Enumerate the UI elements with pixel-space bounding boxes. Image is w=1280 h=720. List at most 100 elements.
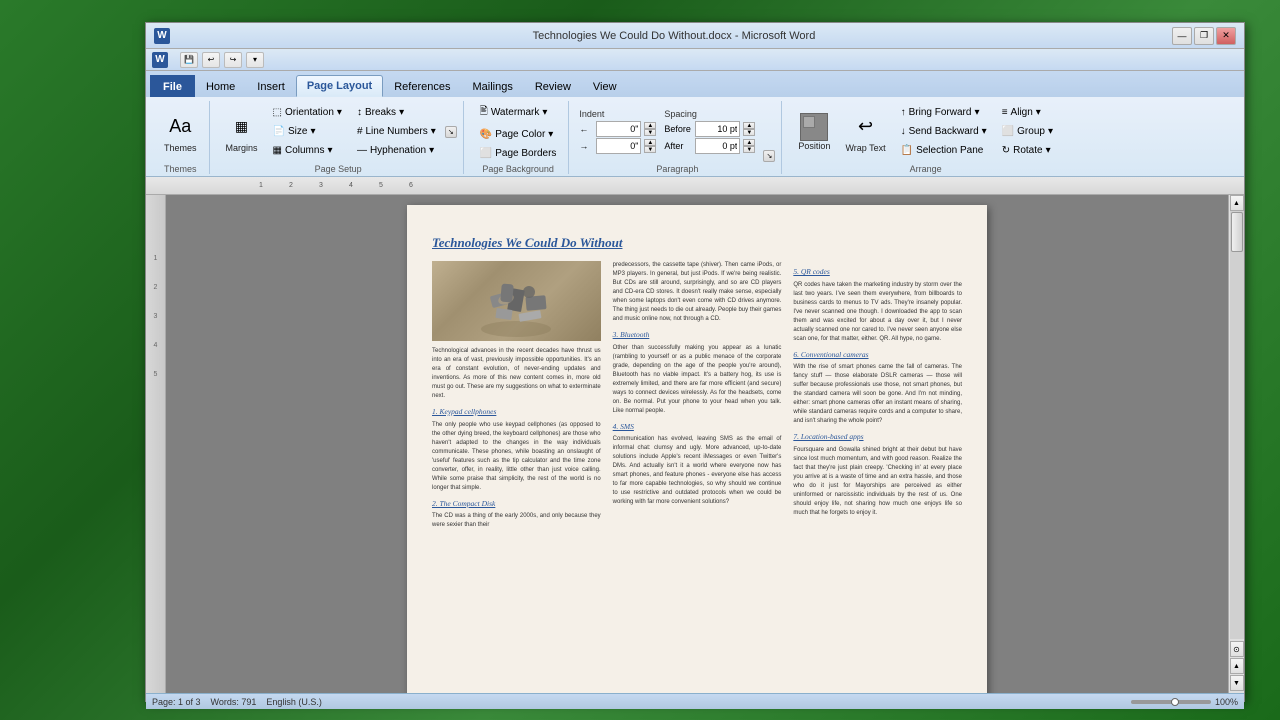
rotate-icon: ↻: [1002, 145, 1010, 156]
quick-access-toolbar: W 💾 ↩ ↪ ▾: [146, 49, 1244, 71]
prev-page-button[interactable]: ▲: [1230, 658, 1244, 674]
paragraph-group-label: Paragraph: [656, 162, 698, 174]
spacing-label: Spacing: [664, 109, 755, 119]
paragraph-expand[interactable]: ↘: [763, 150, 775, 162]
arrange-group-label: Arrange: [910, 162, 942, 174]
indent-left-up[interactable]: ▲: [644, 122, 656, 129]
next-page-button[interactable]: ▼: [1230, 675, 1244, 691]
page-setup-col2: ↕ Breaks ▾ # Line Numbers ▾ — Hyphenatio…: [351, 104, 442, 159]
col3-section5-heading: 5. QR codes: [793, 267, 962, 278]
send-backward-button[interactable]: ↓ Send Backward ▾: [895, 123, 993, 140]
page-setup-items: ▦ Margins ⬚ Orientation ▾ 📄 Size ▾: [220, 101, 457, 162]
hyphenation-button[interactable]: — Hyphenation ▾: [351, 142, 442, 159]
align-button[interactable]: ≡ Align ▾: [996, 104, 1059, 121]
spacing-section: Spacing Before ▲ ▼ After ▲: [664, 109, 755, 154]
tab-review[interactable]: Review: [524, 75, 582, 97]
columns-button[interactable]: ▦ Columns ▾: [267, 142, 348, 159]
redo-button[interactable]: ↪: [224, 52, 242, 68]
indent-right-input[interactable]: [596, 138, 641, 154]
wrap-text-icon: ↩: [850, 111, 882, 143]
vertical-scrollbar[interactable]: ▲ ⊙ ▲ ▼: [1228, 195, 1244, 693]
column-mid: predecessors, the cassette tape (shiver)…: [613, 261, 782, 693]
size-button[interactable]: 📄 Size ▾: [267, 123, 348, 140]
rotate-button[interactable]: ↻ Rotate ▾: [996, 142, 1059, 159]
spacing-after-label: After: [664, 141, 692, 151]
tab-home[interactable]: Home: [195, 75, 246, 97]
undo-button[interactable]: ↩: [202, 52, 220, 68]
spacing-before-label: Before: [664, 124, 692, 134]
indent-right-up[interactable]: ▲: [644, 139, 656, 146]
themes-icon: Aa: [164, 111, 196, 143]
spacing-before-down[interactable]: ▼: [743, 129, 755, 136]
selection-pane-button[interactable]: 📋 Selection Pane: [895, 142, 993, 159]
margins-button[interactable]: ▦ Margins: [220, 107, 264, 157]
indent-right-down[interactable]: ▼: [644, 146, 656, 153]
spacing-before-spinner: ▲ ▼: [743, 122, 755, 136]
spacing-before-up[interactable]: ▲: [743, 122, 755, 129]
margins-icon: ▦: [226, 111, 258, 143]
themes-group: Aa Themes Themes: [152, 101, 210, 174]
tab-insert[interactable]: Insert: [246, 75, 296, 97]
group-button[interactable]: ⬜ Group ▾: [996, 123, 1059, 140]
orientation-button[interactable]: ⬚ Orientation ▾: [267, 104, 348, 121]
ribbon-tabs: File Home Insert Page Layout References …: [146, 71, 1244, 97]
tab-page-layout[interactable]: Page Layout: [296, 75, 383, 97]
spacing-after-input[interactable]: [695, 138, 740, 154]
page-borders-button[interactable]: ⬜ Page Borders: [474, 145, 563, 162]
close-button[interactable]: ✕: [1216, 27, 1236, 45]
themes-label: Themes: [164, 143, 197, 153]
save-button[interactable]: 💾: [180, 52, 198, 68]
column-left: Technological advances in the recent dec…: [432, 261, 601, 693]
document-scroll-area[interactable]: Technologies We Could Do Without: [166, 195, 1228, 693]
line-numbers-button[interactable]: # Line Numbers ▾: [351, 123, 442, 140]
align-icon: ≡: [1002, 107, 1008, 118]
spacing-after-row: After ▲ ▼: [664, 138, 755, 154]
tab-file[interactable]: File: [150, 75, 195, 97]
paragraph-group: Indent ← ▲ ▼ → ▲ ▼: [573, 101, 782, 174]
line-numbers-label: Line Numbers: [366, 126, 428, 137]
scroll-extras: ⊙ ▲ ▼: [1230, 641, 1244, 691]
wrap-text-button[interactable]: ↩ Wrap Text: [839, 107, 891, 157]
watermark-button[interactable]: 🖹 Watermark ▾: [474, 101, 563, 124]
bring-forward-arrow: ▾: [974, 107, 979, 118]
customize-qat-button[interactable]: ▾: [246, 52, 264, 68]
hyphenation-icon: —: [357, 145, 367, 156]
page-setup-expand[interactable]: ↘: [445, 126, 457, 138]
indent-right-row: → ▲ ▼: [579, 138, 656, 154]
send-backward-label: Send Backward: [909, 126, 979, 137]
indent-left-input[interactable]: [596, 121, 641, 137]
page-color-button[interactable]: 🎨 Page Color ▾: [474, 126, 563, 143]
page-color-label: Page Color: [495, 129, 545, 140]
zoom-slider[interactable]: [1131, 700, 1211, 704]
position-button[interactable]: Position: [792, 109, 836, 155]
indent-left-down[interactable]: ▼: [644, 129, 656, 136]
send-backward-arrow: ▾: [982, 126, 987, 137]
browse-object[interactable]: ⊙: [1230, 641, 1244, 657]
page-info: Page: 1 of 3: [152, 697, 201, 707]
themes-button[interactable]: Aa Themes: [158, 107, 203, 157]
scroll-thumb[interactable]: [1231, 212, 1243, 252]
tab-mailings[interactable]: Mailings: [461, 75, 523, 97]
ribbon-content: Aa Themes Themes ▦ Margins ⬚ Orientation…: [146, 97, 1244, 177]
selection-pane-icon: 📋: [901, 145, 913, 156]
spacing-after-down[interactable]: ▼: [743, 146, 755, 153]
spacing-after-up[interactable]: ▲: [743, 139, 755, 146]
zoom-thumb[interactable]: [1171, 698, 1179, 706]
arrange-items: Position ↩ Wrap Text ↑ Bring Forward ▾ ↓…: [792, 101, 1059, 162]
breaks-arrow: ▾: [399, 107, 404, 118]
scroll-up-button[interactable]: ▲: [1230, 195, 1244, 211]
spacing-before-input[interactable]: [695, 121, 740, 137]
minimize-button[interactable]: —: [1172, 27, 1192, 45]
indent-left-label: ←: [579, 124, 593, 134]
align-arrow: ▾: [1036, 107, 1041, 118]
tab-references[interactable]: References: [383, 75, 461, 97]
bring-forward-button[interactable]: ↑ Bring Forward ▾: [895, 104, 993, 121]
columns-label: Columns: [285, 145, 324, 156]
page-setup-col: ⬚ Orientation ▾ 📄 Size ▾ ▦ Columns ▾: [267, 104, 348, 159]
restore-button[interactable]: ❐: [1194, 27, 1214, 45]
breaks-button[interactable]: ↕ Breaks ▾: [351, 104, 442, 121]
tab-view[interactable]: View: [582, 75, 628, 97]
indent-section: Indent ← ▲ ▼ → ▲ ▼: [579, 109, 656, 154]
column-right: 5. QR codes QR codes have taken the mark…: [793, 261, 962, 693]
paragraph-items: Indent ← ▲ ▼ → ▲ ▼: [579, 101, 775, 162]
